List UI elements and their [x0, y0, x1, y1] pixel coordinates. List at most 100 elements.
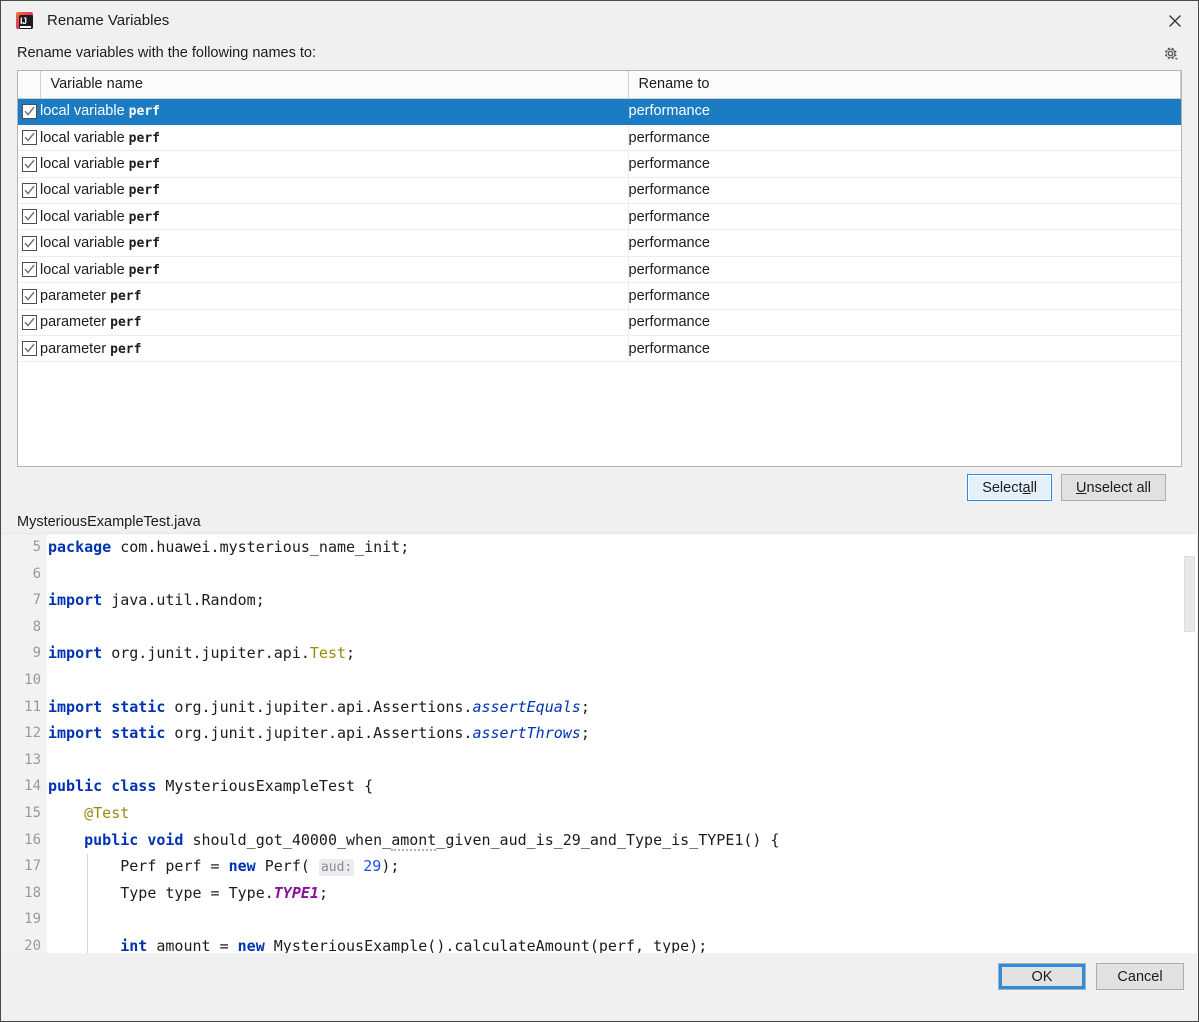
- code-line: 9 import org.junit.jupiter.api.Test;: [2, 640, 1197, 667]
- line-number: 14: [24, 778, 41, 795]
- line-number: 15: [24, 804, 41, 821]
- table-row[interactable]: parameter perf performance: [18, 309, 1181, 337]
- cell-rename-to[interactable]: performance: [628, 177, 1181, 205]
- table-row[interactable]: parameter perf performance: [18, 335, 1181, 363]
- line-number: 11: [24, 698, 41, 715]
- table-row[interactable]: local variable perf performance: [18, 203, 1181, 231]
- code-line: 12 import static org.junit.jupiter.api.As…: [2, 720, 1197, 747]
- cell-variable-name: local variable perf: [40, 177, 629, 205]
- close-icon[interactable]: [1152, 1, 1198, 40]
- title-bar: IJ Rename Variables: [1, 1, 1198, 40]
- table-row[interactable]: local variable perf performance: [18, 124, 1181, 152]
- table-row[interactable]: local variable perf performance: [18, 177, 1181, 205]
- row-checkbox[interactable]: [18, 150, 40, 178]
- row-checkbox[interactable]: [18, 229, 40, 257]
- table-body: local variable perf performance local vari…: [18, 98, 1181, 363]
- line-number: 18: [24, 884, 41, 901]
- code-text: Perf perf = new Perf( aud: 29);: [48, 857, 400, 877]
- line-number: 16: [24, 831, 41, 848]
- cell-rename-to[interactable]: performance: [628, 256, 1181, 284]
- preview-file-name: MysteriousExampleTest.java: [17, 514, 201, 530]
- line-number: 6: [32, 565, 41, 582]
- code-text: import org.junit.jupiter.api.Test;: [48, 644, 356, 663]
- cell-rename-to[interactable]: performance: [628, 282, 1181, 310]
- cell-rename-to[interactable]: performance: [628, 98, 1181, 125]
- rename-panel: Rename variables with the following name…: [1, 40, 1198, 507]
- gear-icon[interactable]: [1158, 41, 1182, 65]
- prompt-label: Rename variables with the following name…: [17, 45, 317, 61]
- row-checkbox[interactable]: [18, 124, 40, 152]
- line-number: 10: [24, 671, 41, 688]
- table-row[interactable]: local variable perf performance: [18, 98, 1181, 125]
- cell-variable-name: local variable perf: [40, 124, 629, 152]
- code-scrollbar-thumb[interactable]: [1184, 556, 1195, 632]
- code-line: 17 Perf perf = new Perf( aud: 29);: [2, 853, 1197, 880]
- line-number: 5: [32, 539, 41, 555]
- cell-rename-to[interactable]: performance: [628, 124, 1181, 152]
- code-line: 11 import static org.junit.jupiter.api.As…: [2, 694, 1197, 721]
- column-header-checkbox: [18, 71, 41, 99]
- cell-variable-name: parameter perf: [40, 335, 629, 363]
- cell-rename-to[interactable]: performance: [628, 203, 1181, 231]
- code-text: package com.huawei.mysterious_name_init;: [48, 538, 410, 556]
- cell-variable-name: parameter perf: [40, 309, 629, 337]
- code-text: @Test: [84, 803, 130, 822]
- code-text: public void should_got_40000_when_amont_…: [84, 830, 780, 851]
- column-header-rename-to[interactable]: Rename to: [628, 71, 1181, 99]
- rename-variables-dialog: IJ Rename Variables Rename variables wit…: [0, 0, 1199, 1022]
- cell-rename-to[interactable]: performance: [628, 335, 1181, 363]
- code-line: 18 Type type = Type.TYPE1;: [2, 880, 1197, 907]
- table-header-row: Variable name Rename to: [18, 71, 1181, 99]
- line-number: 9: [32, 645, 41, 662]
- code-line: 19: [2, 906, 1197, 933]
- table-row[interactable]: local variable perf performance: [18, 150, 1181, 178]
- prompt-row: Rename variables with the following name…: [17, 40, 1182, 70]
- code-lines: 5 package com.huawei.mysterious_name_init…: [2, 534, 1197, 953]
- intellij-idea-icon: IJ: [15, 11, 35, 31]
- line-number: 17: [24, 858, 41, 875]
- code-text: Type type = Type.TYPE1;: [48, 883, 328, 902]
- select-all-button[interactable]: Select a ll: [967, 474, 1053, 501]
- code-text: import static org.junit.jupiter.api.Asse…: [48, 697, 590, 716]
- line-number: 8: [32, 618, 41, 635]
- table-row[interactable]: local variable perf performance: [18, 229, 1181, 257]
- unselect-all-button[interactable]: Unselect all: [1061, 474, 1166, 501]
- cell-variable-name: local variable perf: [40, 256, 629, 284]
- code-line: 20 int amount = new MysteriousExample().…: [2, 933, 1197, 953]
- code-line: 13: [2, 747, 1197, 774]
- code-scrollbar[interactable]: [1183, 534, 1197, 953]
- code-line: 5 package com.huawei.mysterious_name_init…: [2, 534, 1197, 561]
- variables-table[interactable]: Variable name Rename to local variable p…: [17, 70, 1182, 467]
- code-line: 15 @Test: [2, 800, 1197, 827]
- row-checkbox[interactable]: [18, 256, 40, 284]
- line-number: 20: [24, 937, 41, 953]
- cancel-button[interactable]: Cancel: [1096, 963, 1184, 990]
- code-text: int amount = new MysteriousExample().cal…: [120, 936, 708, 953]
- line-number: 12: [24, 725, 41, 742]
- code-text: import static org.junit.jupiter.api.Asse…: [48, 724, 590, 743]
- row-checkbox[interactable]: [18, 203, 40, 231]
- table-row[interactable]: local variable perf performance: [18, 256, 1181, 284]
- code-preview[interactable]: 5 package com.huawei.mysterious_name_init…: [2, 533, 1197, 953]
- dialog-footer: OK Cancel: [1, 953, 1198, 1021]
- row-checkbox[interactable]: [18, 282, 40, 310]
- line-number: 13: [24, 751, 41, 768]
- code-line: 16 public void should_got_40000_when_amo…: [2, 827, 1197, 854]
- cell-variable-name: local variable perf: [40, 229, 629, 257]
- row-checkbox[interactable]: [18, 98, 40, 125]
- ok-button[interactable]: OK: [998, 963, 1086, 990]
- row-checkbox[interactable]: [18, 309, 40, 337]
- row-checkbox[interactable]: [18, 335, 40, 363]
- cell-rename-to[interactable]: performance: [628, 309, 1181, 337]
- cell-rename-to[interactable]: performance: [628, 229, 1181, 257]
- row-checkbox[interactable]: [18, 177, 40, 205]
- table-row[interactable]: parameter perf performance: [18, 282, 1181, 310]
- line-number: 7: [32, 592, 41, 609]
- cell-rename-to[interactable]: performance: [628, 150, 1181, 178]
- selection-buttons: Select a ll Unselect all: [17, 467, 1182, 507]
- column-header-variable-name[interactable]: Variable name: [40, 71, 629, 99]
- code-line: 10: [2, 667, 1197, 694]
